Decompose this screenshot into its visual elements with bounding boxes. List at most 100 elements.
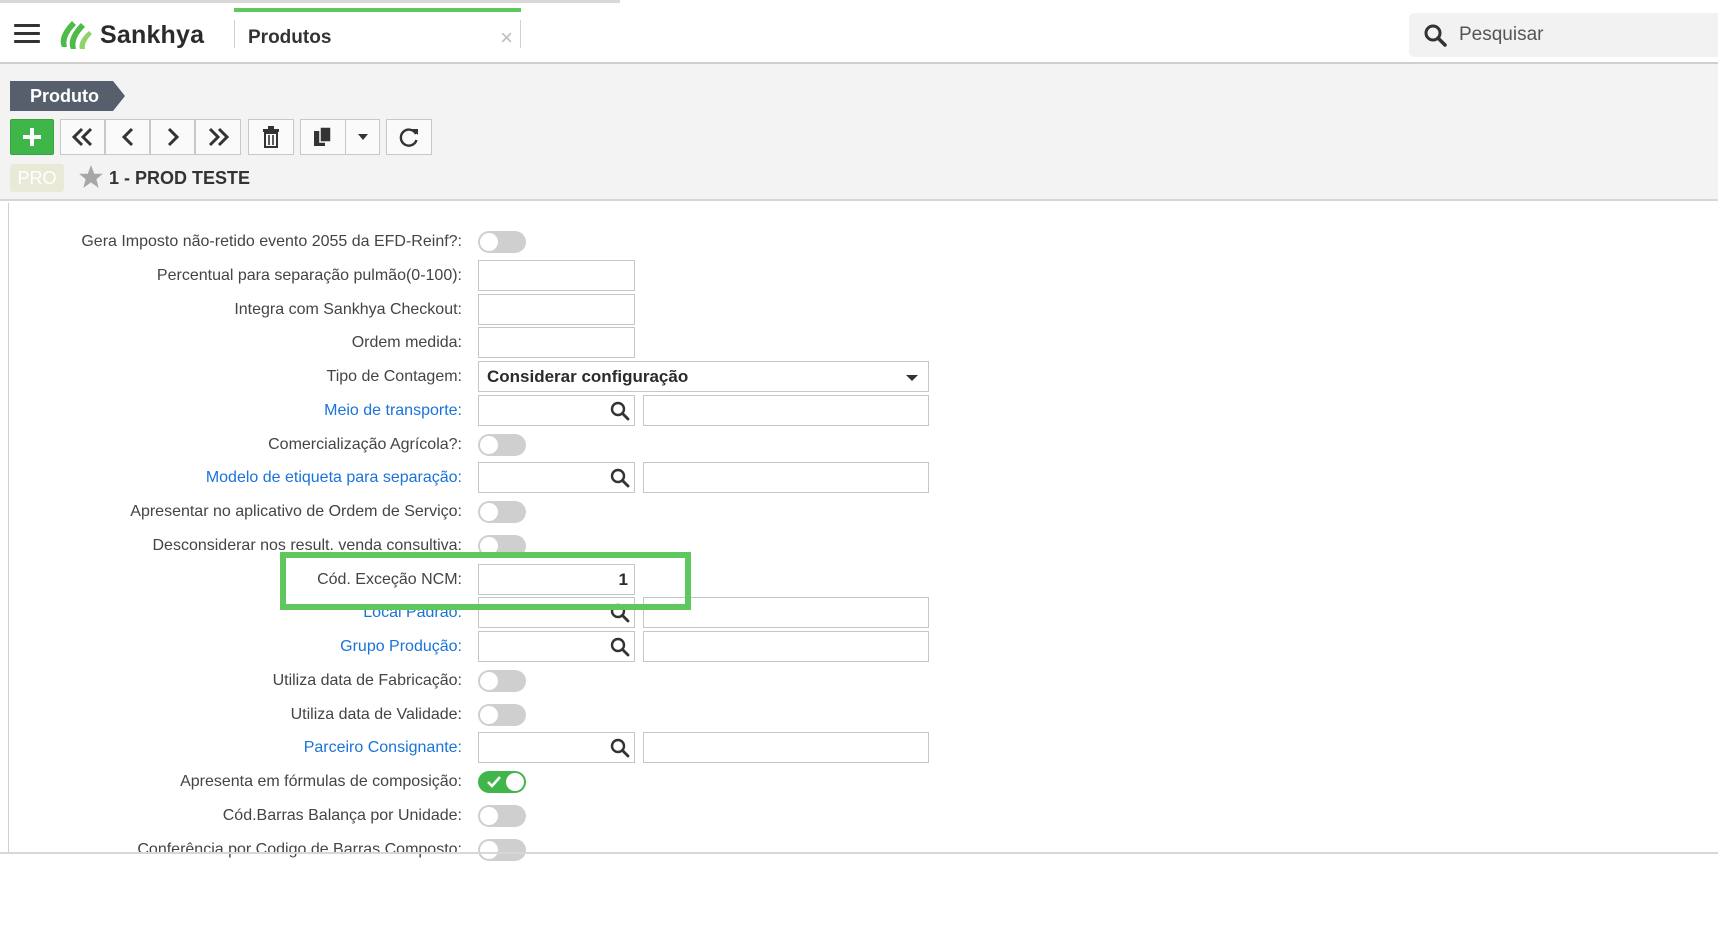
lookup-code-input[interactable] bbox=[478, 395, 635, 426]
text-input[interactable] bbox=[478, 260, 635, 291]
field-label: Gera Imposto não-retido evento 2055 da E… bbox=[81, 233, 462, 250]
lookup-description-field[interactable] bbox=[643, 395, 929, 426]
brand-name: Sankhya bbox=[100, 20, 205, 49]
tab-produtos[interactable]: Produtos × bbox=[234, 8, 521, 56]
toggle-switch[interactable] bbox=[478, 231, 526, 253]
form-row: Utiliza data de Fabricação: bbox=[0, 665, 1000, 697]
field-label: Percentual para separação pulmão(0-100): bbox=[156, 267, 462, 284]
toggle-switch[interactable] bbox=[478, 771, 526, 793]
toggle-knob bbox=[480, 436, 498, 454]
form-row: Cód. Exceção NCM: 1 bbox=[0, 564, 1000, 596]
form-row: Meio de transporte: bbox=[0, 395, 1000, 427]
form-row: Local Padrão: bbox=[0, 597, 1000, 629]
field-label: Desconsiderar nos result. venda consulti… bbox=[152, 537, 463, 554]
first-record-button[interactable] bbox=[60, 119, 105, 155]
last-record-button[interactable] bbox=[195, 119, 241, 155]
lookup-description-field[interactable] bbox=[643, 462, 929, 493]
lookup-code-input[interactable] bbox=[478, 462, 635, 493]
form-row: Tipo de Contagem: Considerar configuração bbox=[0, 361, 1000, 393]
breadcrumb[interactable]: Produto bbox=[10, 81, 125, 111]
field-label-link[interactable]: Meio de transporte: bbox=[324, 402, 462, 420]
field-label: Cód. Exceção NCM: bbox=[317, 571, 462, 588]
brand-logo[interactable]: Sankhya bbox=[56, 17, 204, 53]
toggle-knob bbox=[480, 537, 498, 555]
check-icon bbox=[487, 776, 501, 788]
lookup-code-input[interactable] bbox=[478, 732, 635, 763]
form-bottom-border bbox=[0, 852, 1718, 854]
field-value: 1 bbox=[618, 570, 628, 589]
toggle-knob bbox=[480, 841, 498, 859]
toggle-knob bbox=[506, 773, 524, 791]
search-icon[interactable] bbox=[610, 637, 630, 662]
previous-record-icon bbox=[121, 127, 133, 147]
form-row: Gera Imposto não-retido evento 2055 da E… bbox=[0, 226, 1000, 258]
select-field[interactable]: Considerar configuração bbox=[478, 361, 929, 392]
last-record-icon bbox=[208, 127, 230, 147]
toggle-knob bbox=[480, 706, 498, 724]
toggle-switch[interactable] bbox=[478, 501, 526, 523]
field-label-link[interactable]: Local Padrão: bbox=[363, 604, 462, 622]
form-row: Parceiro Consignante: bbox=[0, 732, 1000, 764]
field-label: Conferência por Codigo de Barras Compost… bbox=[137, 841, 462, 858]
lookup-description-field[interactable] bbox=[643, 631, 929, 662]
field-label: Ordem medida: bbox=[351, 334, 462, 351]
lookup-code-input[interactable] bbox=[478, 631, 635, 662]
close-icon[interactable]: × bbox=[500, 25, 513, 51]
previous-record-button[interactable] bbox=[105, 119, 150, 155]
text-input[interactable] bbox=[478, 294, 635, 325]
form-row: Cód.Barras Balança por Unidade: bbox=[0, 800, 1000, 832]
form-row: Apresenta em fórmulas de composição: bbox=[0, 766, 1000, 798]
text-input[interactable]: 1 bbox=[478, 564, 635, 595]
copy-button[interactable] bbox=[300, 119, 346, 155]
form-row: Conferência por Codigo de Barras Compost… bbox=[0, 834, 1000, 866]
form-row: Integra com Sankhya Checkout: bbox=[0, 294, 1000, 326]
search-icon[interactable] bbox=[610, 468, 630, 493]
top-line bbox=[0, 0, 620, 3]
refresh-button[interactable] bbox=[386, 119, 432, 155]
add-button[interactable] bbox=[10, 119, 54, 155]
toggle-switch[interactable] bbox=[478, 670, 526, 692]
toggle-knob bbox=[480, 233, 498, 251]
toggle-switch[interactable] bbox=[478, 535, 526, 557]
field-label: Apresentar no aplicativo de Ordem de Ser… bbox=[130, 503, 462, 520]
form-row: Utiliza data de Validade: bbox=[0, 699, 1000, 731]
menu-icon[interactable] bbox=[14, 24, 40, 44]
field-label-link[interactable]: Modelo de etiqueta para separação: bbox=[206, 469, 462, 487]
search-icon[interactable] bbox=[610, 401, 630, 426]
next-record-button[interactable] bbox=[150, 119, 195, 155]
record-title: 1 - PROD TESTE bbox=[109, 168, 251, 188]
form-row: Comercialização Agrícola?: bbox=[0, 429, 1000, 461]
toggle-knob bbox=[480, 807, 498, 825]
delete-button[interactable] bbox=[248, 119, 294, 155]
toggle-switch[interactable] bbox=[478, 704, 526, 726]
dropdown-arrow-icon bbox=[357, 134, 368, 140]
field-label-link[interactable]: Parceiro Consignante: bbox=[304, 739, 462, 757]
field-label: Cód.Barras Balança por Unidade: bbox=[222, 807, 462, 824]
text-input[interactable] bbox=[478, 327, 635, 358]
search-icon[interactable] bbox=[610, 603, 630, 628]
field-label-link[interactable]: Grupo Produção: bbox=[340, 638, 462, 656]
toggle-switch[interactable] bbox=[478, 434, 526, 456]
lookup-code-input[interactable] bbox=[478, 597, 635, 628]
field-label: Comercialização Agrícola?: bbox=[268, 436, 462, 453]
lookup-description-field[interactable] bbox=[643, 597, 929, 628]
field-value: Considerar configuração bbox=[487, 367, 689, 386]
lookup-description-field[interactable] bbox=[643, 732, 929, 763]
dropdown-arrow-icon[interactable] bbox=[906, 375, 918, 381]
toggle-switch[interactable] bbox=[478, 839, 526, 861]
copy-icon bbox=[314, 126, 332, 146]
first-record-icon bbox=[71, 127, 92, 147]
search-box[interactable]: Pesquisar bbox=[1409, 13, 1718, 57]
field-label: Utiliza data de Validade: bbox=[290, 706, 462, 723]
search-icon[interactable] bbox=[1423, 23, 1447, 47]
toggle-switch[interactable] bbox=[478, 805, 526, 827]
tab-label: Produtos bbox=[248, 27, 332, 48]
favorite-star-icon[interactable] bbox=[78, 164, 104, 190]
search-input[interactable]: Pesquisar bbox=[1459, 24, 1544, 46]
field-label: Utiliza data de Fabricação: bbox=[272, 672, 462, 689]
field-label: Tipo de Contagem: bbox=[326, 368, 462, 385]
search-icon[interactable] bbox=[610, 738, 630, 763]
next-record-icon bbox=[167, 127, 179, 147]
copy-options-dropdown[interactable] bbox=[345, 119, 380, 155]
field-label: Integra com Sankhya Checkout: bbox=[234, 301, 462, 318]
